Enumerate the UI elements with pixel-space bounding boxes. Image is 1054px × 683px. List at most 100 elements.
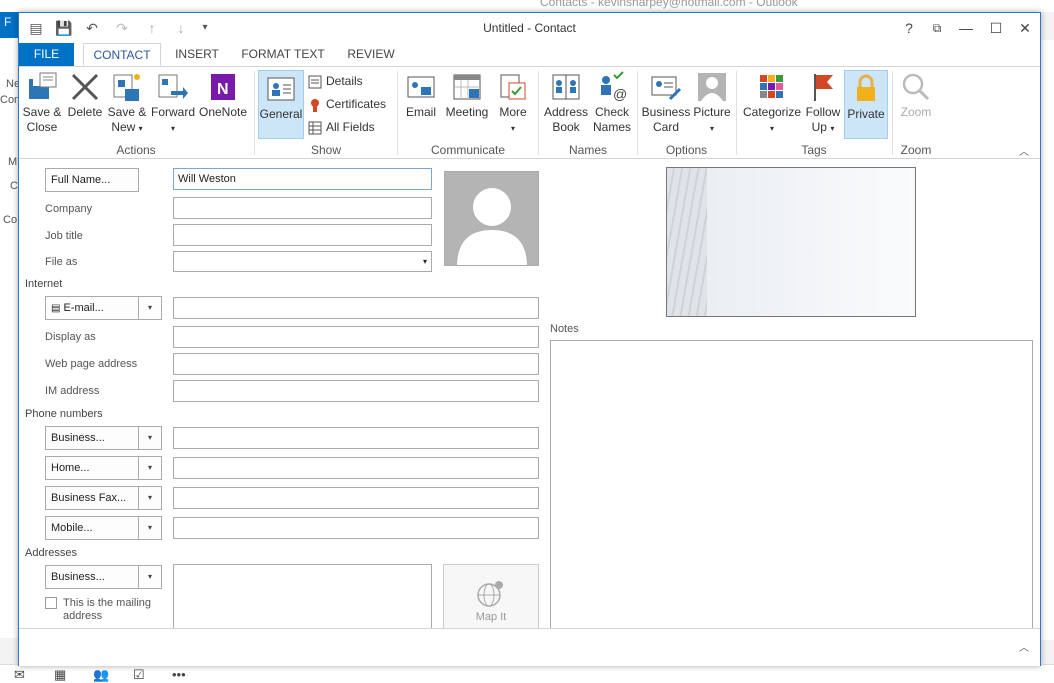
im-address-input[interactable] [173,380,539,402]
dropdown-arrow-icon: ▾ [170,124,175,133]
minimize-button[interactable]: — [956,19,976,37]
phone-home-input[interactable] [173,457,539,479]
address-business-button[interactable]: Business... [45,565,139,589]
address-dropdown[interactable]: ▾ [138,565,162,589]
phone-home-dropdown[interactable]: ▾ [138,456,162,480]
onenote-icon: N [211,74,235,100]
background-file-tab[interactable]: F [0,12,18,38]
company-input[interactable] [173,197,432,219]
all-fields-button[interactable]: All Fields [308,117,375,137]
email-label: Email [405,105,436,119]
notes-textarea[interactable] [550,340,1033,632]
save-new-label-1: Save & [107,105,147,119]
file-as-label: File as [45,256,78,268]
business-card-icon [651,76,682,101]
file-as-select[interactable]: ▾ [173,251,432,272]
phone-home-button[interactable]: Home... [45,456,139,480]
tab-review[interactable]: REVIEW [341,43,401,66]
general-icon [267,77,295,101]
email-input[interactable] [173,297,539,319]
web-page-input[interactable] [173,353,539,375]
onenote-label: OneNote [198,105,248,119]
email-button[interactable]: Email [403,71,439,120]
close-button[interactable]: ✕ [1015,19,1035,37]
address-textarea[interactable] [173,564,432,632]
flag-icon [814,74,833,101]
details-icon [308,75,322,89]
business-card-preview[interactable] [666,167,916,317]
follow-up-button[interactable]: Follow Up ▾ [804,71,842,136]
map-it-button[interactable]: Map It [443,564,539,632]
background-window-title: Contacts - kevinsharpey@hotmail.com - Ou… [540,0,798,9]
tab-format-text[interactable]: FORMAT TEXT [235,43,331,66]
onenote-button[interactable]: N OneNote [197,71,249,120]
more-icon[interactable]: ••• [172,667,186,682]
picture-button[interactable]: Picture ▾ [691,71,733,136]
details-label: Details [326,74,363,88]
job-title-input[interactable] [173,224,432,246]
save-new-button[interactable]: Save & New ▾ [107,71,147,136]
collapse-ribbon-icon[interactable]: ︿ [1019,143,1029,158]
tab-contact[interactable]: CONTACT [83,43,161,66]
phone-mobile-button[interactable]: Mobile... [45,516,139,540]
certificates-button[interactable]: Certificates [308,94,386,114]
zoom-button[interactable]: Zoom [895,71,937,120]
address-book-label-2: Book [552,120,580,134]
phone-business-fax-button[interactable]: Business Fax... [45,486,139,510]
help-button[interactable]: ? [899,19,919,37]
person-placeholder-icon [457,188,527,265]
mailing-address-checkbox[interactable] [45,597,57,609]
meeting-icon [453,74,481,100]
phone-numbers-section-label: Phone numbers [25,408,103,420]
forward-button[interactable]: Forward ▾ [151,71,195,136]
background-top: Contacts - kevinsharpey@hotmail.com - Ou… [0,0,1054,12]
business-card-label-2: Card [652,120,679,134]
phone-business-fax-input[interactable] [173,487,539,509]
certificates-label: Certificates [326,97,387,111]
phone-business-input[interactable] [173,427,539,449]
general-button[interactable]: General [258,70,304,139]
expand-people-pane-icon[interactable]: ︿ [1019,639,1029,654]
more-button[interactable]: More ▾ [495,71,531,136]
phone-mobile-input[interactable] [173,517,539,539]
background-right-pane [1041,40,1054,640]
dropdown-arrow-icon: ▾ [709,124,714,133]
phone-business-dropdown[interactable]: ▾ [138,426,162,450]
save-close-icon [29,72,57,99]
follow-up-label-1: Follow [805,105,841,119]
group-label-zoom: Zoom [900,143,932,157]
email-field-button[interactable]: ▤ E-mail... [45,296,139,320]
check-names-icon: @ [601,71,627,102]
tab-file[interactable]: FILE [19,43,74,66]
full-name-button[interactable]: Full Name... [45,168,139,192]
business-card-button[interactable]: Business Card [641,71,691,135]
contact-photo[interactable] [444,171,539,266]
meeting-button[interactable]: Meeting [443,71,491,120]
save-new-icon [113,74,140,101]
email-dropdown[interactable]: ▾ [138,296,162,320]
tab-insert[interactable]: INSERT [169,43,225,66]
phone-mobile-dropdown[interactable]: ▾ [138,516,162,540]
save-close-button[interactable]: Save & Close [22,71,62,135]
more-icon [500,74,526,100]
address-book-button[interactable]: Address Book [542,71,590,135]
full-name-input[interactable]: Will Weston [173,168,432,190]
details-button[interactable]: Details [308,71,363,91]
delete-button[interactable]: Delete [67,71,103,120]
group-label-tags: Tags [801,143,827,157]
private-button[interactable]: Private [844,70,888,139]
meeting-label: Meeting [445,105,489,119]
ribbon-display-button[interactable]: ⧉ [927,19,947,37]
phone-business-fax-dropdown[interactable]: ▾ [138,486,162,510]
address-book-icon [552,74,580,100]
svg-text:@: @ [613,86,627,102]
internet-section-label: Internet [25,278,63,290]
maximize-button[interactable]: ☐ [986,19,1006,37]
chevron-down-icon: ▾ [422,257,427,266]
categorize-button[interactable]: Categorize ▾ [741,71,803,136]
phone-business-button[interactable]: Business... [45,426,139,450]
categorize-label: Categorize [742,105,802,119]
check-names-button[interactable]: @ Check Names [590,71,634,135]
group-label-communicate: Communicate [430,143,506,157]
display-as-input[interactable] [173,326,539,348]
